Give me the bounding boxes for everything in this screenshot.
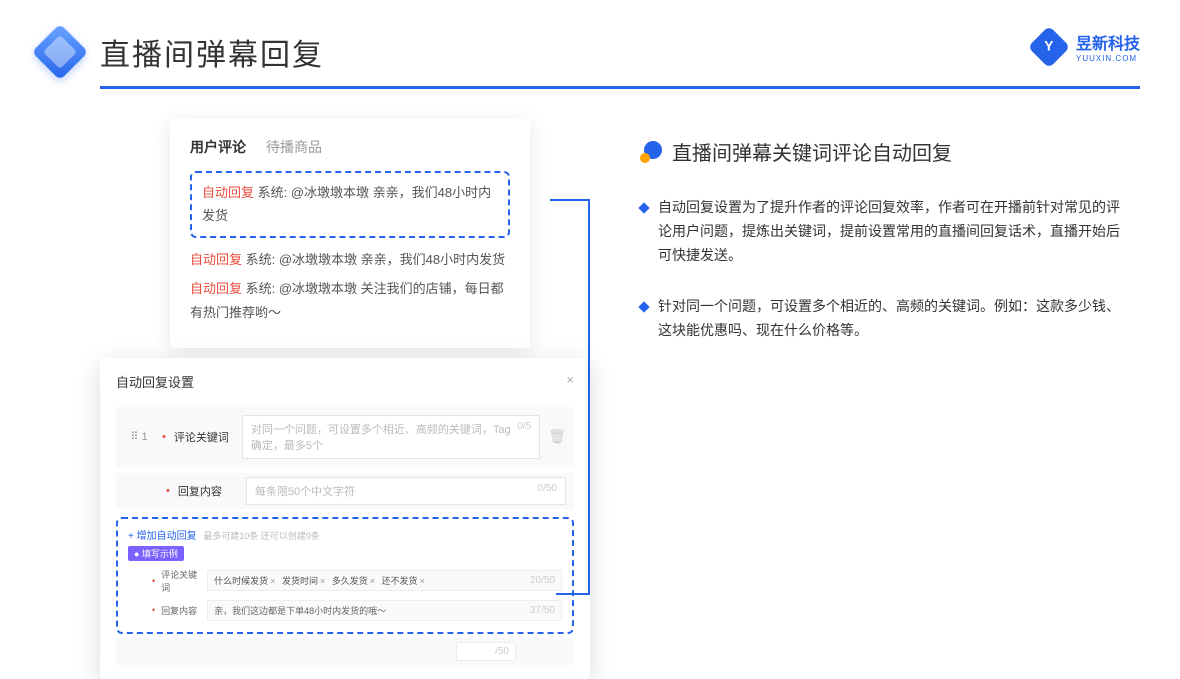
tab-pending-products[interactable]: 待播商品 — [266, 137, 322, 157]
keyword-input[interactable]: 对同一个问题，可设置多个相近、高频的关键词，Tag确定，最多5个0/5 — [242, 415, 540, 459]
diamond-bullet-icon — [638, 202, 649, 213]
close-icon[interactable]: × — [566, 372, 574, 391]
keyword-tag[interactable]: 什么时候发货 — [214, 574, 275, 587]
comments-panel: 用户评论 待播商品 自动回复 系统: @冰墩墩本墩 亲亲，我们48小时内发货 自… — [170, 119, 530, 348]
auto-reply-badge: 自动回复 — [190, 281, 242, 296]
auto-reply-settings-modal: 自动回复设置 × ⠿ 1 • 评论关键词 对同一个问题，可设置多个相近、高频的关… — [100, 358, 590, 679]
brand-logo-icon — [1028, 25, 1070, 67]
required-dot: • — [162, 431, 166, 443]
keyword-tag[interactable]: 还不发货 — [382, 574, 425, 587]
keyword-tag[interactable]: 多久发货 — [332, 574, 375, 587]
diamond-bullet-icon — [638, 302, 649, 313]
connector-line — [588, 357, 590, 595]
auto-reply-badge: 自动回复 — [190, 252, 242, 267]
connector-line — [556, 593, 590, 595]
auto-reply-badge: 自动回复 — [202, 185, 254, 200]
keyword-label: 评论关键词 — [174, 429, 234, 445]
cube-logo-icon — [32, 24, 89, 81]
auto-reply-row: 自动回复 系统: @冰墩墩本墩 亲亲，我们48小时内发货 — [190, 248, 510, 271]
ex-reply-label: 回复内容 — [161, 604, 201, 617]
reply-label: 回复内容 — [178, 483, 238, 499]
keyword-tag[interactable]: 发货时间 — [282, 574, 325, 587]
delete-icon[interactable]: 🗑 — [548, 428, 566, 445]
description-paragraph-1: 自动回复设置为了提升作者的评论回复效率，作者可在开播前针对常见的评论用户问题，提… — [658, 196, 1120, 267]
modal-title: 自动回复设置 — [116, 372, 194, 391]
section-icon — [640, 141, 662, 163]
rule-index: ⠿ 1 — [124, 430, 154, 443]
brand-name: 昱新科技 — [1076, 30, 1140, 54]
required-dot: • — [152, 605, 155, 615]
add-hint: 最多可建10条 还可以创建9条 — [203, 531, 320, 541]
description-paragraph-2: 针对同一个问题，可设置多个相近的、高频的关键词。例如：这款多少钱、这块能优惠吗、… — [658, 295, 1120, 343]
auto-reply-row-highlighted: 自动回复 系统: @冰墩墩本墩 亲亲，我们48小时内发货 — [190, 171, 510, 238]
tab-user-comments[interactable]: 用户评论 — [190, 137, 246, 157]
add-auto-reply-button[interactable]: + 增加自动回复 — [128, 531, 197, 542]
brand-url: YUUXIN.COM — [1076, 54, 1140, 63]
ex-keyword-label: 评论关键词 — [161, 568, 201, 594]
required-dot: • — [152, 576, 155, 586]
example-box: + 增加自动回复 最多可建10条 还可以创建9条 ● 填写示例 • 评论关键词 … — [116, 517, 574, 634]
required-dot: • — [166, 485, 170, 497]
reply-input[interactable]: 每条限50个中文字符0/50 — [246, 477, 566, 505]
example-badge: ● 填写示例 — [128, 546, 184, 561]
counter-box: /50 — [456, 642, 516, 661]
auto-reply-row: 自动回复 系统: @冰墩墩本墩 关注我们的店铺，每日都有热门推荐哟～ — [190, 277, 510, 324]
ex-reply-input[interactable]: 亲，我们这边都是下单48小时内发货的哦～ 37/50 — [207, 600, 562, 621]
connector-line — [550, 199, 590, 359]
section-title: 直播间弹幕关键词评论自动回复 — [672, 137, 952, 166]
ex-keyword-input[interactable]: 什么时候发货 发货时间 多久发货 还不发货 20/50 — [207, 570, 562, 591]
page-title: 直播间弹幕回复 — [100, 30, 324, 74]
